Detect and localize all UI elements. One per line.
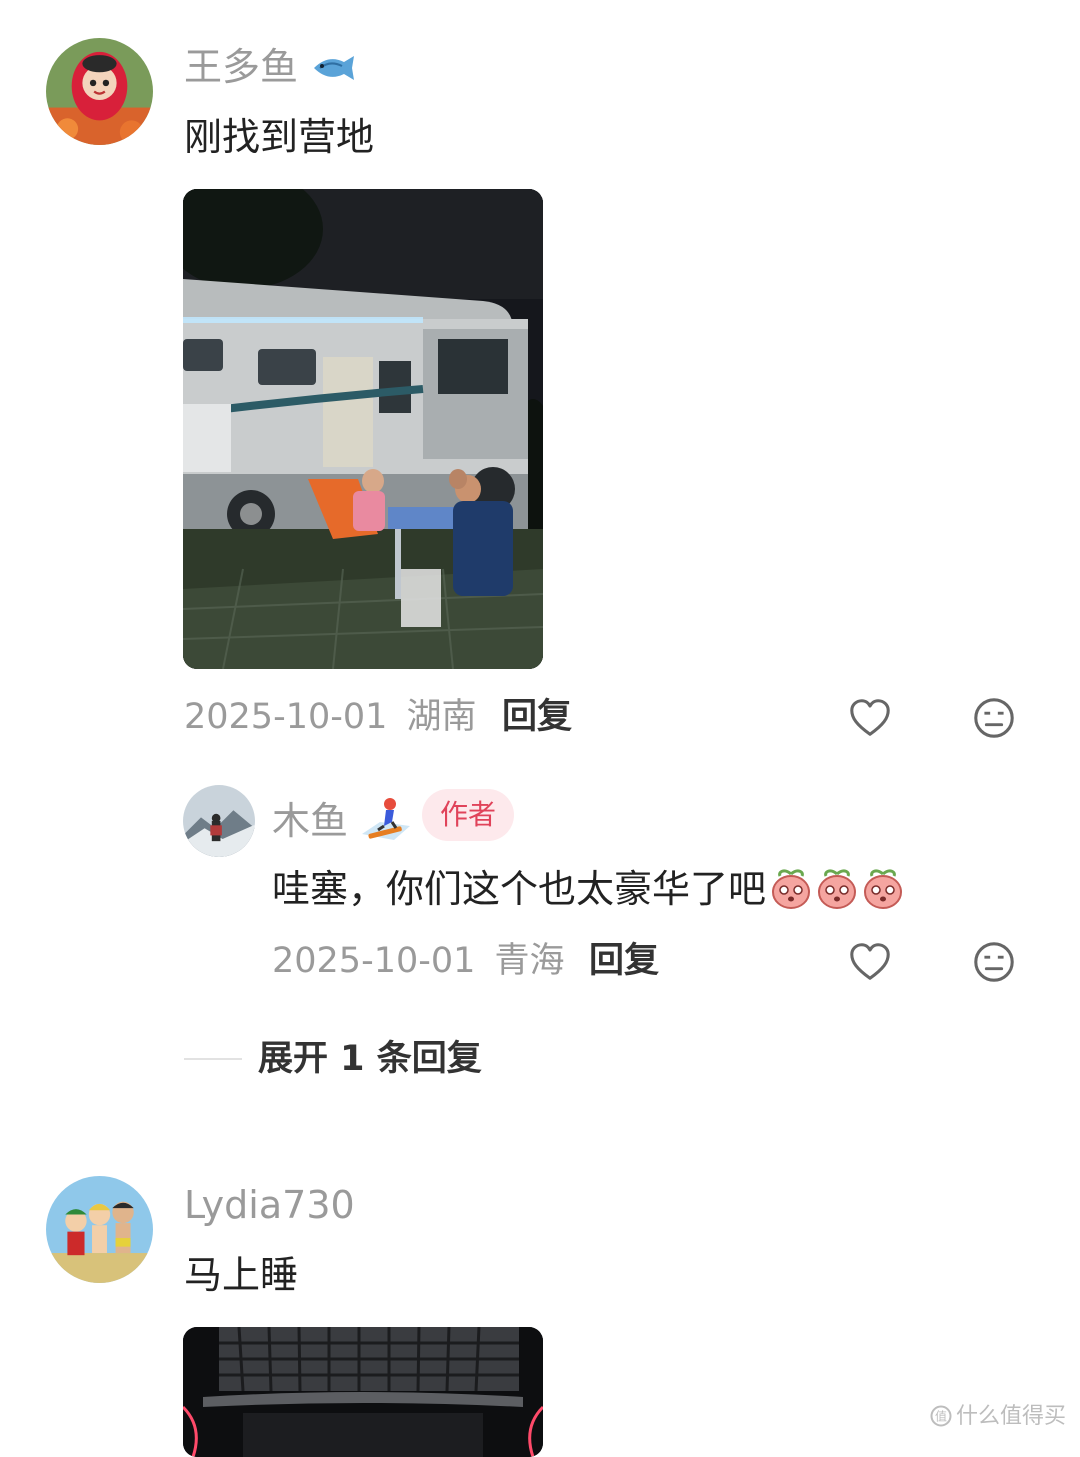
comment-username[interactable]: 王多鱼 bbox=[184, 48, 358, 86]
snowboarder-icon bbox=[362, 798, 411, 840]
camper-van-night-photo bbox=[183, 189, 543, 669]
avatar-wangduoyu[interactable] bbox=[46, 38, 153, 145]
expand-replies-button[interactable]: 展开 1 条回复 bbox=[258, 1042, 482, 1077]
comment-date: 2025-10-01 bbox=[184, 697, 388, 737]
avatar-lydia730[interactable] bbox=[46, 1176, 153, 1283]
peach-emoji bbox=[772, 869, 811, 909]
avatar-doll-image bbox=[46, 38, 153, 145]
avatar-muyu[interactable] bbox=[183, 785, 255, 857]
comment-photo-interior[interactable] bbox=[183, 1327, 543, 1457]
watermark: 值 什么值得买 bbox=[930, 1405, 1066, 1428]
avatar-cartoon-kids-image bbox=[46, 1176, 153, 1283]
fish-icon bbox=[314, 56, 355, 80]
reply-location: 青海 bbox=[494, 941, 565, 981]
svg-text:值: 值 bbox=[935, 1409, 947, 1424]
avatar-mountain-image bbox=[183, 785, 255, 857]
reply-date: 2025-10-01 bbox=[272, 941, 476, 981]
meh-face-icon[interactable] bbox=[971, 695, 1017, 741]
author-badge: 作者 bbox=[422, 789, 515, 841]
reply-text: 哇塞，你们这个也太豪华了吧 bbox=[272, 866, 904, 910]
reply-reply-button[interactable]: 回复 bbox=[589, 944, 659, 979]
comment-location: 湖南 bbox=[406, 697, 477, 737]
comment-username[interactable]: Lydia730 bbox=[184, 1186, 355, 1224]
comment-photo-camper[interactable] bbox=[183, 189, 543, 669]
peach-emoji bbox=[864, 869, 903, 909]
peach-emoji bbox=[818, 869, 857, 909]
expand-divider bbox=[184, 1058, 242, 1060]
heart-icon[interactable] bbox=[847, 939, 893, 985]
camper-interior-photo bbox=[183, 1327, 543, 1457]
reply-meta: 2025-10-01 青海 bbox=[272, 944, 565, 979]
reply-username[interactable]: 木鱼 bbox=[272, 796, 412, 842]
comment-text: 刚找到营地 bbox=[184, 115, 375, 159]
meh-face-icon[interactable] bbox=[971, 939, 1017, 985]
comment-text: 马上睡 bbox=[184, 1253, 299, 1297]
heart-icon[interactable] bbox=[847, 695, 893, 741]
comment-meta: 2025-10-01 湖南 bbox=[184, 700, 477, 735]
reply-button[interactable]: 回复 bbox=[502, 700, 572, 735]
smzdm-logo-icon: 值 bbox=[930, 1405, 952, 1427]
